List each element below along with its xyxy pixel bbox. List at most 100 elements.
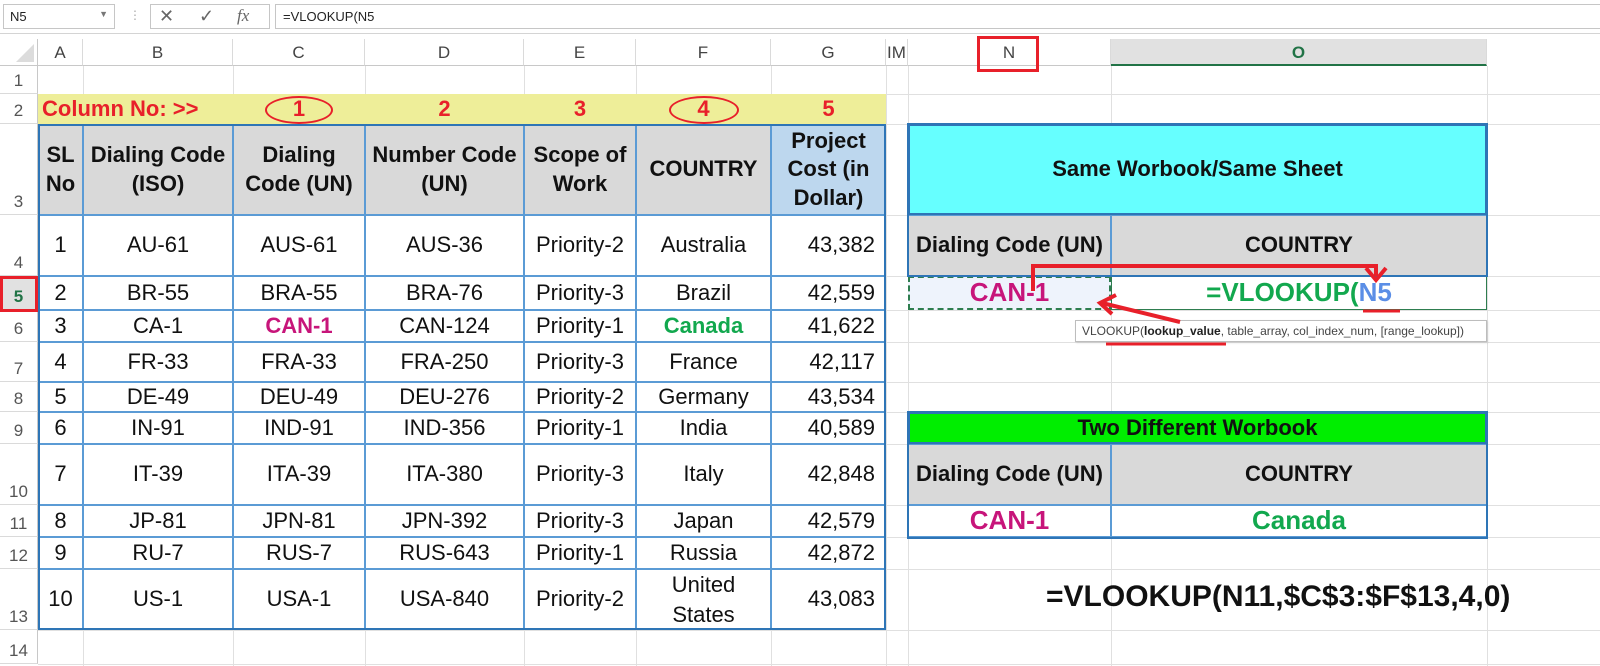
table-cell[interactable]: Australia (636, 215, 771, 276)
table-cell[interactable]: Priority-1 (524, 412, 636, 444)
table-cell[interactable]: 7 (38, 444, 83, 505)
column-number-2[interactable]: 2 (365, 94, 524, 124)
table-cell[interactable]: IN-91 (83, 412, 233, 444)
select-all-corner[interactable] (0, 39, 38, 66)
table-cell[interactable]: Priority-2 (524, 569, 636, 630)
table-cell[interactable]: BR-55 (83, 276, 233, 310)
table-cell[interactable]: RUS-7 (233, 537, 365, 569)
table-cell[interactable]: India (636, 412, 771, 444)
column-number-5[interactable]: 5 (771, 94, 886, 124)
row-header-7[interactable]: 7 (0, 342, 38, 382)
column-number-label[interactable]: Column No: >> (38, 94, 238, 124)
table-cell[interactable]: US-1 (83, 569, 233, 630)
table-cell[interactable]: Priority-1 (524, 310, 636, 342)
column-header-e[interactable]: E (524, 39, 636, 66)
table-cell[interactable]: IND-356 (365, 412, 524, 444)
table-header-cell[interactable]: COUNTRY (636, 124, 771, 215)
table-cell[interactable]: AUS-36 (365, 215, 524, 276)
table-cell[interactable]: 2 (38, 276, 83, 310)
table-cell[interactable]: 6 (38, 412, 83, 444)
row-header-2[interactable]: 2 (0, 94, 38, 124)
row-header-13[interactable]: 13 (0, 569, 38, 630)
two-workbook-result-cell[interactable]: Canada (1111, 505, 1487, 537)
table-cell[interactable]: 3 (38, 310, 83, 342)
table-cell[interactable]: JP-81 (83, 505, 233, 537)
two-workbook-title[interactable]: Two Different Worbook (908, 412, 1487, 444)
table-cell[interactable]: France (636, 342, 771, 382)
same-sheet-dialing-header[interactable]: Dialing Code (UN) (908, 215, 1111, 276)
table-cell[interactable]: 42,872 (771, 537, 886, 569)
table-header-cell[interactable]: Number Code (UN) (365, 124, 524, 215)
table-cell[interactable]: Russia (636, 537, 771, 569)
table-cell[interactable]: Priority-2 (524, 215, 636, 276)
table-cell[interactable]: 42,848 (771, 444, 886, 505)
column-header-a[interactable]: A (38, 39, 83, 66)
row-header-10[interactable]: 10 (0, 444, 38, 505)
table-cell[interactable]: Germany (636, 382, 771, 412)
table-cell[interactable]: Priority-3 (524, 505, 636, 537)
row-header-3[interactable]: 3 (0, 124, 38, 215)
name-box[interactable]: N5 ▼ (3, 4, 115, 29)
two-workbook-lookup-cell[interactable]: CAN-1 (908, 505, 1111, 537)
table-cell[interactable]: RU-7 (83, 537, 233, 569)
row-header-14[interactable]: 14 (0, 630, 38, 664)
table-cell[interactable]: BRA-55 (233, 276, 365, 310)
column-header-d[interactable]: D (365, 39, 524, 66)
table-cell[interactable]: 43,083 (771, 569, 886, 630)
column-header-f[interactable]: F (636, 39, 771, 66)
same-sheet-country-header[interactable]: COUNTRY (1111, 215, 1487, 276)
table-cell[interactable]: Priority-3 (524, 444, 636, 505)
two-workbook-dialing-header[interactable]: Dialing Code (UN) (908, 444, 1111, 505)
table-cell[interactable]: 1 (38, 215, 83, 276)
table-cell[interactable]: Japan (636, 505, 771, 537)
column-header-g[interactable]: G (771, 39, 886, 66)
table-header-cell[interactable]: Scope of Work (524, 124, 636, 215)
table-cell[interactable]: 8 (38, 505, 83, 537)
table-cell[interactable]: DEU-49 (233, 382, 365, 412)
same-sheet-formula-cell[interactable]: =VLOOKUP(N5 (1111, 276, 1487, 310)
row-header-11[interactable]: 11 (0, 505, 38, 537)
table-cell[interactable]: Italy (636, 444, 771, 505)
column-header-c[interactable]: C (233, 39, 365, 66)
table-cell[interactable]: BRA-76 (365, 276, 524, 310)
table-cell[interactable]: 42,117 (771, 342, 886, 382)
table-cell[interactable]: 42,559 (771, 276, 886, 310)
enter-icon[interactable]: ✓ (199, 6, 214, 27)
table-cell[interactable]: DE-49 (83, 382, 233, 412)
table-cell[interactable]: 43,382 (771, 215, 886, 276)
table-cell[interactable]: 5 (38, 382, 83, 412)
table-header-cell[interactable]: SL No (38, 124, 83, 215)
table-cell[interactable]: CA-1 (83, 310, 233, 342)
table-cell[interactable]: USA-1 (233, 569, 365, 630)
table-cell[interactable]: 43,534 (771, 382, 886, 412)
table-cell[interactable]: DEU-276 (365, 382, 524, 412)
row-header-12[interactable]: 12 (0, 537, 38, 569)
table-cell[interactable]: 10 (38, 569, 83, 630)
same-sheet-lookup-cell[interactable]: CAN-1 (908, 276, 1111, 310)
insert-function-icon[interactable]: fx (237, 6, 249, 26)
same-sheet-title[interactable]: Same Worbook/Same Sheet (908, 124, 1487, 215)
table-cell[interactable]: ITA-380 (365, 444, 524, 505)
two-workbook-country-header[interactable]: COUNTRY (1111, 444, 1487, 505)
table-cell[interactable]: AU-61 (83, 215, 233, 276)
table-cell[interactable]: FR-33 (83, 342, 233, 382)
column-header-b[interactable]: B (83, 39, 233, 66)
column-number-3[interactable]: 3 (524, 94, 636, 124)
table-cell[interactable]: Priority-3 (524, 342, 636, 382)
formula-input[interactable]: =VLOOKUP(N5 (275, 4, 1600, 29)
table-cell[interactable]: FRA-33 (233, 342, 365, 382)
table-cell[interactable]: 42,579 (771, 505, 886, 537)
table-cell[interactable]: IT-39 (83, 444, 233, 505)
table-cell[interactable]: JPN-392 (365, 505, 524, 537)
row-header-4[interactable]: 4 (0, 215, 38, 276)
table-header-cell[interactable]: Project Cost (in Dollar) (771, 124, 886, 215)
table-cell[interactable]: AUS-61 (233, 215, 365, 276)
table-cell[interactable]: CAN-1 (233, 310, 365, 342)
table-cell[interactable]: FRA-250 (365, 342, 524, 382)
table-cell[interactable]: Canada (636, 310, 771, 342)
table-header-cell[interactable]: Dialing Code (ISO) (83, 124, 233, 215)
row-header-8[interactable]: 8 (0, 382, 38, 412)
table-cell[interactable]: Priority-3 (524, 276, 636, 310)
table-header-cell[interactable]: Dialing Code (UN) (233, 124, 365, 215)
cancel-icon[interactable]: ✕ (159, 6, 174, 27)
